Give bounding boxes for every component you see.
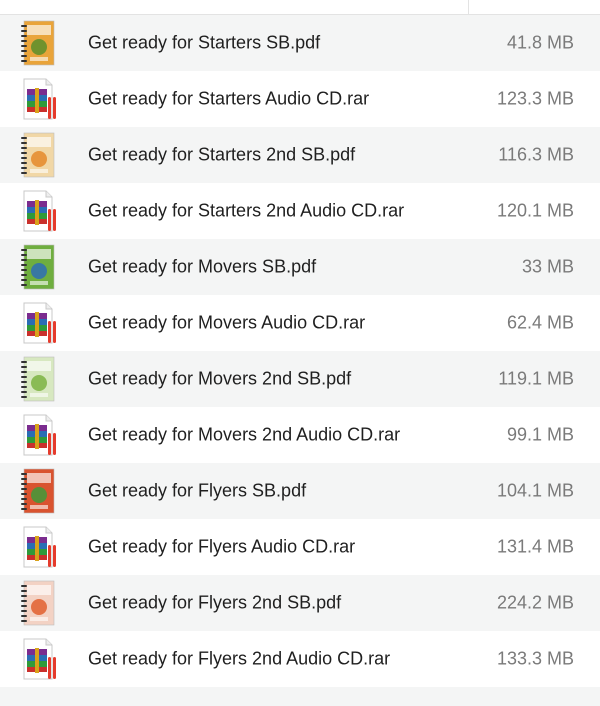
file-size: 104.1 MB: [496, 480, 574, 501]
book-cover-icon: [18, 467, 58, 515]
rar-archive-icon: [18, 411, 58, 459]
file-row[interactable]: Get ready for Movers 2nd SB.pdf 119.1 MB: [0, 351, 600, 407]
book-cover-icon: [18, 355, 58, 403]
file-size: 123.3 MB: [496, 88, 574, 109]
file-row[interactable]: Get ready for Movers 2nd Audio CD.rar 99.…: [0, 407, 600, 463]
book-cover-icon: [18, 131, 58, 179]
file-list: Get ready for Starters SB.pdf 41.8 MB Get…: [0, 15, 600, 687]
file-size: 33 MB: [521, 256, 574, 277]
book-cover-icon: [18, 243, 58, 291]
book-cover-icon: [18, 579, 58, 627]
rar-archive-icon: [18, 299, 58, 347]
file-browser-window: Get ready for Starters SB.pdf 41.8 MB Get…: [0, 0, 600, 706]
file-name: Get ready for Flyers 2nd Audio CD.rar: [88, 648, 391, 669]
file-row[interactable]: Get ready for Flyers Audio CD.rar 131.4 M…: [0, 519, 600, 575]
file-row[interactable]: Get ready for Flyers 2nd Audio CD.rar 133…: [0, 631, 600, 687]
file-row[interactable]: Get ready for Flyers 2nd SB.pdf 224.2 MB: [0, 575, 600, 631]
file-row[interactable]: Get ready for Starters 2nd SB.pdf 116.3 M…: [0, 127, 600, 183]
file-size: 224.2 MB: [496, 592, 574, 613]
file-name: Get ready for Starters Audio CD.rar: [88, 88, 370, 109]
file-name: Get ready for Starters SB.pdf: [88, 32, 321, 53]
rar-archive-icon: [18, 187, 58, 235]
file-row[interactable]: Get ready for Movers Audio CD.rar 62.4 MB: [0, 295, 600, 351]
column-divider[interactable]: [468, 0, 469, 14]
file-size: 99.1 MB: [506, 424, 574, 445]
file-row[interactable]: Get ready for Starters SB.pdf 41.8 MB: [0, 15, 600, 71]
file-name: Get ready for Flyers SB.pdf: [88, 480, 307, 501]
file-size: 62.4 MB: [506, 312, 574, 333]
file-name: Get ready for Movers Audio CD.rar: [88, 312, 366, 333]
list-empty-area: [0, 687, 600, 706]
rar-archive-icon: [18, 635, 58, 683]
file-size: 119.1 MB: [498, 368, 574, 389]
file-size: 120.1 MB: [496, 200, 574, 221]
list-header: [0, 0, 600, 15]
file-name: Get ready for Flyers 2nd SB.pdf: [88, 592, 342, 613]
file-row[interactable]: Get ready for Starters Audio CD.rar 123.3…: [0, 71, 600, 127]
file-name: Get ready for Movers 2nd Audio CD.rar: [88, 424, 401, 445]
book-cover-icon: [18, 19, 58, 67]
file-name: Get ready for Movers SB.pdf: [88, 256, 317, 277]
file-row[interactable]: Get ready for Starters 2nd Audio CD.rar 1…: [0, 183, 600, 239]
file-name: Get ready for Flyers Audio CD.rar: [88, 536, 356, 557]
file-name: Get ready for Starters 2nd SB.pdf: [88, 144, 356, 165]
file-size: 131.4 MB: [496, 536, 574, 557]
file-size: 133.3 MB: [496, 648, 574, 669]
rar-archive-icon: [18, 523, 58, 571]
file-size: 116.3 MB: [498, 144, 574, 165]
file-row[interactable]: Get ready for Flyers SB.pdf 104.1 MB: [0, 463, 600, 519]
rar-archive-icon: [18, 75, 58, 123]
file-name: Get ready for Movers 2nd SB.pdf: [88, 368, 352, 389]
file-row[interactable]: Get ready for Movers SB.pdf 33 MB: [0, 239, 600, 295]
file-name: Get ready for Starters 2nd Audio CD.rar: [88, 200, 405, 221]
file-size: 41.8 MB: [506, 32, 574, 53]
